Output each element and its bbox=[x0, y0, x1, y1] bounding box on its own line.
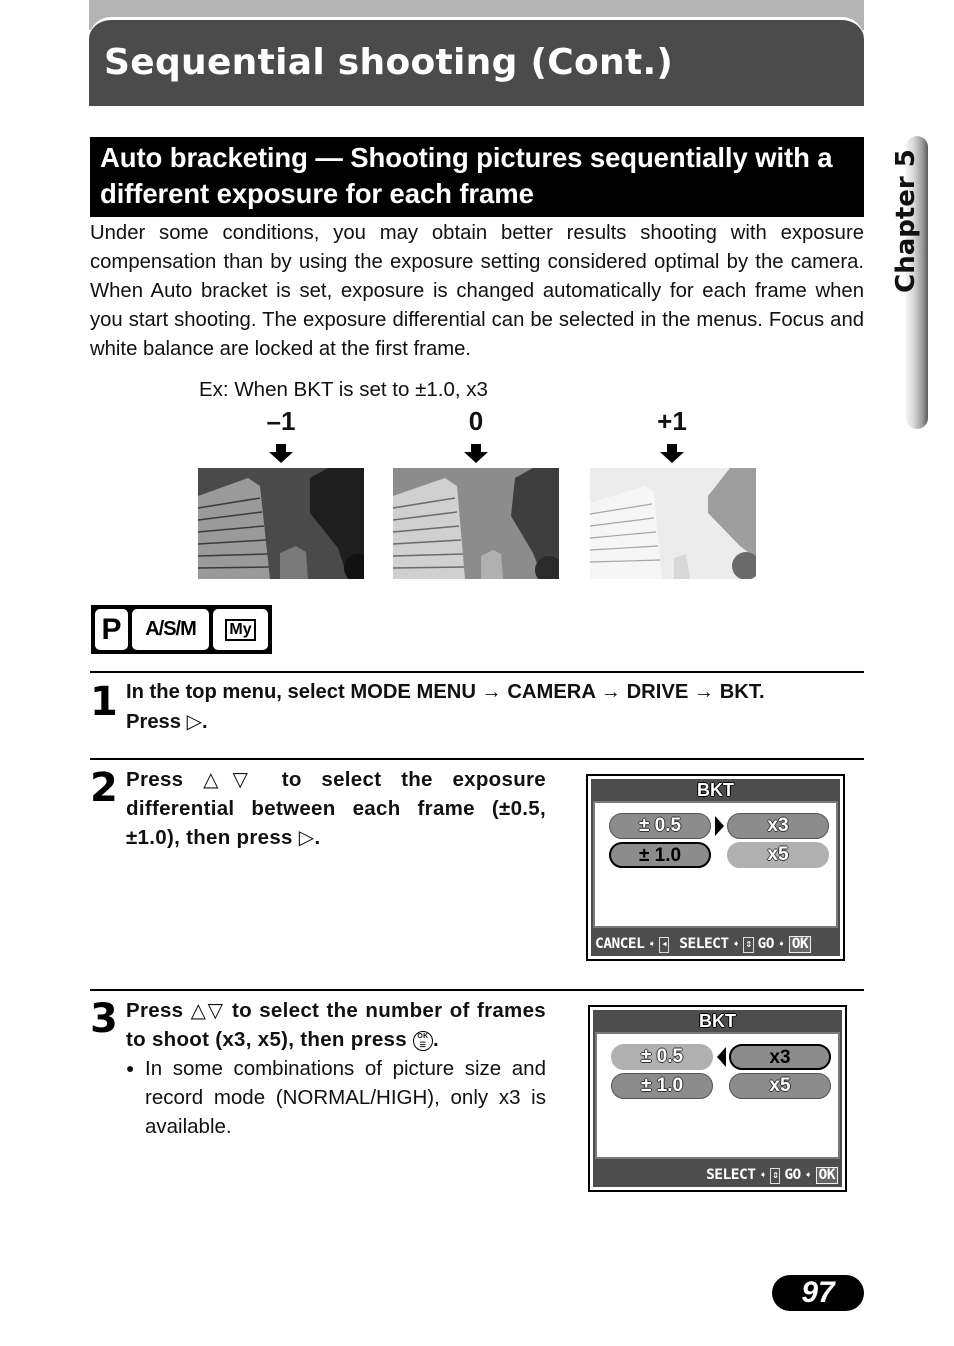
right-button-icon: ▷ bbox=[298, 825, 315, 849]
title-bar: Sequential shooting (Cont.) bbox=[89, 17, 864, 106]
lcd-title: BKT bbox=[699, 1011, 736, 1031]
lcd-title: BKT bbox=[697, 780, 734, 800]
cancel-hint: CANCEL bbox=[595, 936, 645, 952]
bright-buildings-photo bbox=[590, 468, 756, 579]
step-2-body: to select the exposure differential betw… bbox=[126, 768, 547, 849]
down-arrow-icon bbox=[464, 444, 488, 463]
right-button-icon: ▷ bbox=[186, 709, 203, 733]
option-x5[interactable]: x5 bbox=[729, 1073, 831, 1099]
section-heading: Auto bracketing — Shooting pictures sequ… bbox=[90, 137, 864, 217]
step-number: 3 bbox=[90, 996, 118, 1042]
step-3-press: Press bbox=[126, 999, 184, 1022]
lcd-body: ± 0.5 ± 1.0 x3 x5 bbox=[595, 1032, 840, 1159]
mode-my-icon: My bbox=[213, 609, 268, 650]
example-caption: Ex: When BKT is set to ±1.0, x3 bbox=[199, 378, 488, 401]
option-0-5[interactable]: ± 0.5 bbox=[611, 1044, 713, 1070]
mode-my-label: My bbox=[225, 618, 256, 641]
bullet-icon: ● bbox=[126, 1060, 135, 1076]
mode-p-icon: P bbox=[95, 609, 128, 650]
exposure-label-minus: –1 bbox=[266, 406, 296, 436]
step-2-press: Press bbox=[126, 768, 184, 791]
mode-asm-icon: A/S/M bbox=[132, 609, 209, 650]
step-1-line: In the top menu, select MODE MENU → CAME… bbox=[126, 681, 765, 703]
chapter-label: Chapter 5 bbox=[886, 146, 926, 296]
step-2-text: Press △▽ to select the exposure differen… bbox=[126, 765, 546, 852]
down-arrow-icon bbox=[660, 444, 684, 463]
ok-button-icon: OK ☰ bbox=[412, 1030, 433, 1051]
left-pointer-icon bbox=[717, 1047, 726, 1067]
lcd-frame: BKT ± 0.5 ± 1.0 x3 x5 CANCEL ➧ ◂ SELECT ➧… bbox=[591, 779, 840, 956]
select-hint: SELECT bbox=[679, 936, 729, 952]
normal-buildings-photo bbox=[393, 468, 559, 579]
step-2-period: . bbox=[314, 826, 321, 849]
step-1-text: In the top menu, select MODE MENU → CAME… bbox=[126, 678, 866, 737]
page-number: 97 bbox=[772, 1275, 864, 1311]
arrow-icon: ➧ bbox=[804, 1168, 812, 1182]
chapter-label-text: Chapter 5 bbox=[891, 149, 921, 293]
down-arrow-icon bbox=[269, 444, 293, 463]
step-divider bbox=[90, 758, 864, 760]
step-1-line-2: Press ▷. bbox=[126, 707, 866, 737]
step-divider bbox=[90, 671, 864, 673]
option-1-0[interactable]: ± 1.0 bbox=[611, 1073, 713, 1099]
left-key-icon: ◂ bbox=[659, 936, 670, 953]
page-title: Sequential shooting (Cont.) bbox=[104, 42, 674, 83]
step-3-period: . bbox=[432, 1028, 439, 1051]
intro-paragraph: Under some conditions, you may obtain be… bbox=[90, 222, 864, 360]
lcd-frame: BKT ± 0.5 ± 1.0 x3 x5 SELECT ➧ ⇕ GO ➧ OK bbox=[593, 1010, 842, 1187]
option-0-5[interactable]: ± 0.5 bbox=[609, 813, 711, 839]
select-hint: SELECT bbox=[706, 1167, 756, 1183]
option-1-0-selected[interactable]: ± 1.0 bbox=[609, 842, 711, 868]
arrow-icon: ➧ bbox=[648, 937, 656, 951]
ok-key-icon: OK bbox=[815, 1167, 838, 1184]
go-hint: GO bbox=[757, 936, 775, 952]
ok-key-icon: OK bbox=[788, 936, 812, 953]
lcd-screen-bkt-frames: BKT ± 0.5 ± 1.0 x3 x5 SELECT ➧ ⇕ GO ➧ OK bbox=[588, 1005, 847, 1192]
exposure-label-plus: +1 bbox=[657, 406, 687, 436]
step-1-press: Press bbox=[126, 711, 182, 733]
mode-icons: P A/S/M My bbox=[91, 605, 272, 654]
arrow-icon: ➧ bbox=[759, 1168, 767, 1182]
up-down-button-icon: △▽ bbox=[190, 998, 225, 1022]
lcd-footer: SELECT ➧ ⇕ GO ➧ OK bbox=[593, 1164, 842, 1187]
arrow-icon: ➧ bbox=[777, 937, 785, 951]
step-3-text: Press △▽ to select the number of frames … bbox=[126, 996, 546, 1054]
right-pointer-icon bbox=[715, 816, 724, 836]
step-3-note-text: In some combinations of picture size and… bbox=[145, 1057, 546, 1138]
lcd-body: ± 0.5 ± 1.0 x3 x5 bbox=[593, 801, 838, 928]
lcd-screen-bkt-exposure: BKT ± 0.5 ± 1.0 x3 x5 CANCEL ➧ ◂ SELECT ➧… bbox=[586, 774, 845, 961]
up-down-key-icon: ⇕ bbox=[770, 1167, 781, 1184]
exposure-label-zero: 0 bbox=[468, 406, 484, 436]
step-3-body: to select the number of frames to shoot … bbox=[126, 999, 546, 1051]
option-x5[interactable]: x5 bbox=[727, 842, 829, 868]
step-number: 2 bbox=[90, 765, 118, 811]
go-hint: GO bbox=[784, 1167, 801, 1183]
lcd-footer: CANCEL ➧ ◂ SELECT ➧ ⇕ GO ➧ OK bbox=[591, 933, 840, 956]
option-x3-selected[interactable]: x3 bbox=[729, 1044, 831, 1070]
up-down-key-icon: ⇕ bbox=[743, 936, 754, 953]
step-number: 1 bbox=[90, 679, 118, 725]
dark-buildings-photo bbox=[198, 468, 364, 579]
step-1-period: . bbox=[202, 711, 208, 733]
step-divider bbox=[90, 989, 864, 991]
up-down-button-icon: △▽ bbox=[203, 767, 262, 791]
option-x3[interactable]: x3 bbox=[727, 813, 829, 839]
arrow-icon: ➧ bbox=[732, 937, 740, 951]
